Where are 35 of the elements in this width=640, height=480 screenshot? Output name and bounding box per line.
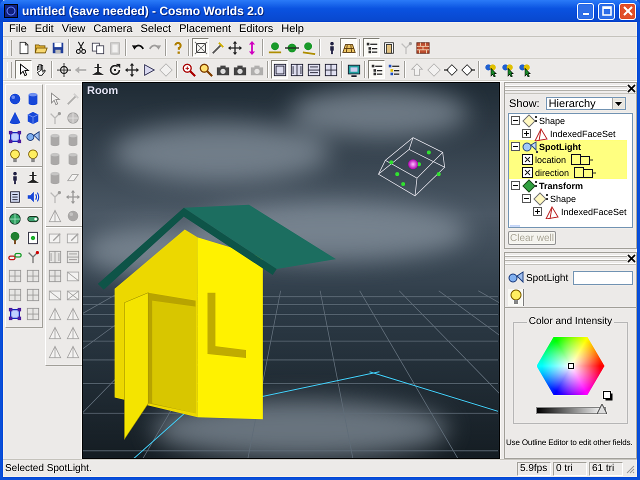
node-label: SpotLight [539,142,581,152]
node-label: location [535,154,566,165]
node-label: Transform [539,180,584,191]
menu-item[interactable]: Edit [30,22,58,36]
tree-row[interactable]: Shape [509,114,627,128]
frame-rate: 5.9fps [517,462,551,476]
tree-row[interactable]: IndexedFaceSet [509,127,627,140]
tree-row[interactable]: IndexedFaceSet [509,205,627,218]
menu-item[interactable]: Placement [175,22,236,36]
node-label: IndexedFaceSet [561,206,627,217]
triangle-count: 0 tri [553,462,587,476]
menu-item[interactable]: Select [136,22,176,36]
group-title: Color and Intensity [526,316,614,327]
show-label: Show: [509,98,540,110]
window-title: untitled (save needed) - Cosmo Worlds 2.0 [22,4,265,18]
tree-row[interactable]: SpotLight [509,140,627,154]
triangle-count: 61 tri [589,462,623,476]
tree-row[interactable]: Transform [509,179,627,192]
viewport-label: Room [87,85,118,97]
node-type-label: SpotLight [526,272,568,284]
tree-row[interactable]: location [509,153,627,166]
status-message: Selected SpotLight. [5,463,93,474]
tree-row[interactable]: Shape [509,192,627,206]
hint-text: Use Outline Editor to edit other fields. [505,437,634,447]
node-label: Shape [539,116,566,126]
menu-item[interactable]: Help [277,22,308,36]
node-label: Shape [550,194,576,204]
node-label: IndexedFaceSet [550,128,616,139]
menu-item[interactable]: File [5,22,31,36]
menu-item[interactable]: View [58,22,90,36]
show-dropdown[interactable]: Hierarchy [546,97,626,110]
node-label: direction [535,168,570,178]
tree-row[interactable]: direction [509,166,627,180]
menu-item[interactable]: Camera [89,22,136,36]
menu-item[interactable]: Editors [235,22,278,36]
